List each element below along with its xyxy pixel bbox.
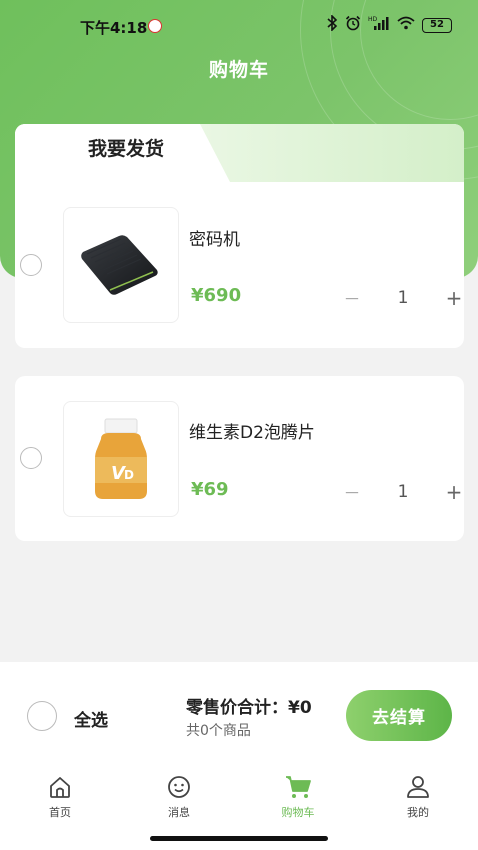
increase-quantity-button[interactable]: + xyxy=(445,286,463,310)
product-price: ¥69 xyxy=(191,479,229,500)
quantity-stepper: － 1 + xyxy=(343,479,463,505)
select-all-label[interactable]: 全选 xyxy=(74,706,108,731)
product-image[interactable]: V D xyxy=(63,401,179,517)
item-select-radio[interactable] xyxy=(20,447,42,469)
nav-profile-label: 我的 xyxy=(407,806,429,819)
status-bar: 下午4:18 HD 52 xyxy=(0,0,478,50)
cart-icon xyxy=(286,776,311,798)
quantity-value: 1 xyxy=(397,287,409,308)
cart-item-card: V D 维生素D2泡腾片 ¥69 － 1 + xyxy=(15,376,464,541)
nav-messages-label: 消息 xyxy=(168,806,190,819)
password-device-image xyxy=(81,235,158,295)
group-tab-bar: 我要发货 xyxy=(15,124,464,182)
product-name[interactable]: 密码机 xyxy=(189,225,240,250)
bluetooth-icon xyxy=(326,14,338,35)
item-select-radio[interactable] xyxy=(20,254,42,276)
tab-ship-label: 我要发货 xyxy=(88,138,165,160)
status-time: 下午4:18 xyxy=(80,19,148,37)
message-icon xyxy=(168,776,190,798)
item-count: 共0个商品 xyxy=(186,723,251,739)
quantity-stepper: － 1 + xyxy=(343,285,463,311)
product-image[interactable] xyxy=(63,207,179,323)
wifi-icon xyxy=(397,16,415,34)
checkout-button[interactable]: 去结算 xyxy=(346,690,452,741)
page-title: 购物车 xyxy=(208,59,269,81)
bottom-nav: 首页 消息 购物车 我的 xyxy=(0,774,478,830)
svg-text:D: D xyxy=(124,468,134,482)
home-icon xyxy=(50,777,70,798)
svg-text:HD: HD xyxy=(368,16,378,23)
profile-icon xyxy=(407,776,429,798)
alarm-icon xyxy=(345,15,361,35)
total-price: 零售价合计：¥0 xyxy=(186,698,312,718)
battery-icon: 52 xyxy=(422,17,452,33)
home-indicator[interactable] xyxy=(150,836,328,841)
nav-home-label: 首页 xyxy=(49,806,71,819)
product-name[interactable]: 维生素D2泡腾片 xyxy=(189,418,315,443)
decrease-quantity-button[interactable]: － xyxy=(343,479,361,504)
vitamin-bottle-image: V D xyxy=(95,418,147,499)
product-price: ¥690 xyxy=(191,285,242,306)
checkout-footer: 全选 零售价合计：¥0 共0个商品 去结算 首页 消息 购物车 我的 xyxy=(0,662,478,850)
weibo-notification-icon xyxy=(148,19,162,33)
nav-cart-label: 购物车 xyxy=(281,806,315,819)
nav-messages[interactable]: 消息 xyxy=(149,774,209,820)
nav-cart[interactable]: 购物车 xyxy=(268,774,328,820)
quantity-value: 1 xyxy=(397,481,409,502)
decrease-quantity-button[interactable]: － xyxy=(343,285,361,310)
cellular-signal-icon: HD xyxy=(368,15,390,35)
nav-profile[interactable]: 我的 xyxy=(388,774,448,820)
nav-home[interactable]: 首页 xyxy=(30,774,90,820)
select-all-radio[interactable] xyxy=(27,701,57,731)
increase-quantity-button[interactable]: + xyxy=(445,480,463,504)
cart-group-card: 我要发货 密码机 ¥690 － 1 + xyxy=(15,124,464,348)
